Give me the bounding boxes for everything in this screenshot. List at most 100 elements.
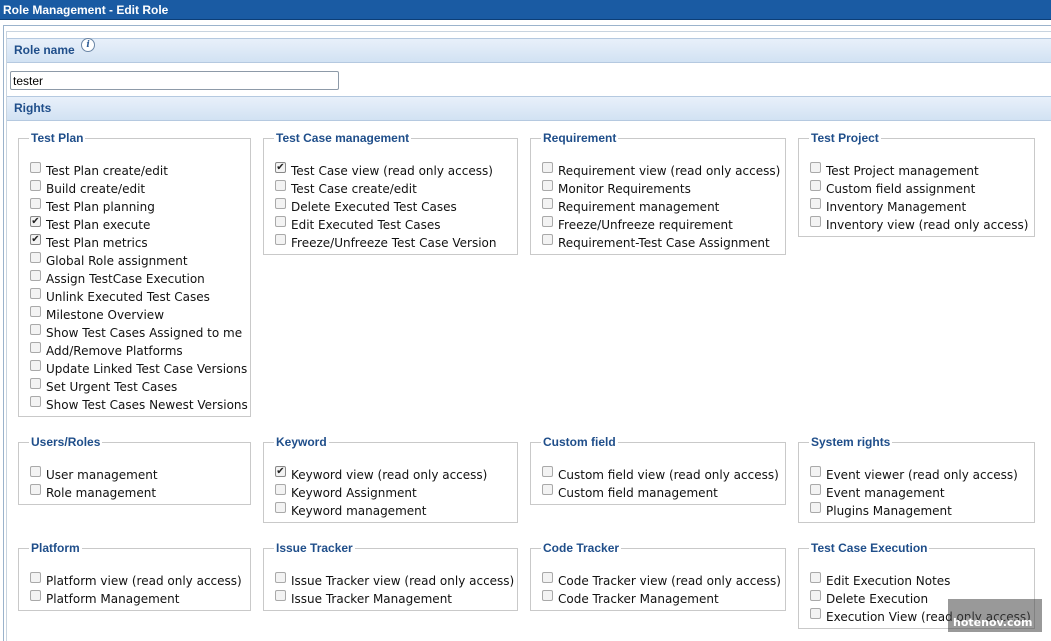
permission-checkbox[interactable]: ✔ — [275, 161, 286, 173]
permission-checkbox[interactable] — [810, 571, 821, 583]
permission-item[interactable]: Requirement-Test Case Assignment — [542, 233, 780, 252]
permission-checkbox[interactable] — [30, 341, 41, 353]
permission-item[interactable]: Milestone Overview — [30, 305, 248, 324]
permission-checkbox[interactable] — [30, 161, 41, 173]
permission-checkbox[interactable] — [810, 465, 821, 477]
permission-item[interactable]: Inventory view (read only access) — [810, 215, 1028, 234]
permission-item[interactable]: Unlink Executed Test Cases — [30, 287, 248, 306]
permission-checkbox[interactable]: ✔ — [30, 215, 41, 227]
permission-checkbox[interactable] — [810, 179, 821, 191]
permission-checkbox[interactable] — [30, 287, 41, 299]
permission-item[interactable]: Custom field management — [542, 483, 779, 502]
permission-checkbox[interactable] — [30, 323, 41, 335]
permission-item[interactable]: Update Linked Test Case Versions — [30, 359, 248, 378]
permission-checkbox[interactable] — [810, 501, 821, 513]
permission-item[interactable]: Assign TestCase Execution — [30, 269, 248, 288]
permission-checkbox[interactable] — [275, 179, 286, 191]
permission-item[interactable]: Global Role assignment — [30, 251, 248, 270]
permission-item[interactable]: Code Tracker view (read only access) — [542, 571, 781, 590]
permission-item[interactable]: Test Project management — [810, 161, 1028, 180]
permission-item[interactable]: Issue Tracker view (read only access) — [275, 571, 514, 590]
permission-checkbox[interactable] — [542, 179, 553, 191]
permission-item[interactable]: ✔ Keyword view (read only access) — [275, 465, 487, 484]
permission-item[interactable]: Build create/edit — [30, 179, 248, 198]
permission-item[interactable]: ✔ Test Plan metrics — [30, 233, 248, 252]
permission-item[interactable]: Event viewer (read only access) — [810, 465, 1018, 484]
permission-item[interactable]: Monitor Requirements — [542, 179, 780, 198]
permission-checkbox[interactable] — [275, 215, 286, 227]
permission-checkbox[interactable] — [30, 197, 41, 209]
permission-checkbox[interactable] — [275, 483, 286, 495]
permission-item[interactable]: Keyword management — [275, 501, 487, 520]
permission-checkbox[interactable] — [542, 233, 553, 245]
permission-item[interactable]: Role management — [30, 483, 158, 502]
permission-checkbox[interactable] — [810, 197, 821, 209]
permission-label: Keyword management — [291, 504, 427, 518]
permission-checkbox[interactable] — [542, 589, 553, 601]
permission-item[interactable]: Test Plan create/edit — [30, 161, 248, 180]
permission-checkbox[interactable] — [30, 251, 41, 263]
permission-item[interactable]: User management — [30, 465, 158, 484]
permission-checkbox[interactable] — [30, 179, 41, 191]
checkbox-list: ✔ Test Case view (read only access) Test C… — [275, 161, 497, 252]
permission-checkbox[interactable] — [275, 197, 286, 209]
permission-item[interactable]: Delete Executed Test Cases — [275, 197, 497, 216]
role-name-input[interactable] — [10, 71, 339, 90]
permission-item[interactable]: Add/Remove Platforms — [30, 341, 248, 360]
permission-item[interactable]: Platform view (read only access) — [30, 571, 242, 590]
permission-item[interactable]: Edit Execution Notes — [810, 571, 1031, 590]
permission-item[interactable]: Platform Management — [30, 589, 242, 608]
permission-checkbox[interactable]: ✔ — [275, 465, 286, 477]
permission-checkbox[interactable] — [30, 269, 41, 281]
permission-checkbox[interactable] — [275, 571, 286, 583]
permission-checkbox[interactable] — [810, 161, 821, 173]
permission-item[interactable]: ✔ Test Plan execute — [30, 215, 248, 234]
permission-checkbox[interactable] — [542, 465, 553, 477]
permission-item[interactable]: Test Plan planning — [30, 197, 248, 216]
permission-checkbox[interactable] — [542, 483, 553, 495]
permission-item[interactable]: Freeze/Unfreeze Test Case Version — [275, 233, 497, 252]
permission-checkbox[interactable] — [810, 215, 821, 227]
permission-checkbox[interactable] — [30, 483, 41, 495]
permission-label: Edit Executed Test Cases — [291, 218, 441, 232]
permission-checkbox[interactable] — [810, 483, 821, 495]
permission-checkbox[interactable] — [30, 571, 41, 583]
permission-item[interactable]: Event management — [810, 483, 1018, 502]
permission-checkbox[interactable] — [30, 395, 41, 407]
permission-item[interactable]: Custom field assignment — [810, 179, 1028, 198]
permission-item[interactable]: Custom field view (read only access) — [542, 465, 779, 484]
permission-item[interactable]: Requirement view (read only access) — [542, 161, 780, 180]
permission-item[interactable]: Edit Executed Test Cases — [275, 215, 497, 234]
permission-item[interactable]: Issue Tracker Management — [275, 589, 514, 608]
permission-checkbox[interactable] — [30, 377, 41, 389]
group-requirement: Requirement Requirement view (read only … — [530, 131, 786, 255]
permission-item[interactable]: Code Tracker Management — [542, 589, 781, 608]
permission-item[interactable]: Requirement management — [542, 197, 780, 216]
permission-item[interactable]: Freeze/Unfreeze requirement — [542, 215, 780, 234]
permission-checkbox[interactable] — [275, 501, 286, 513]
permission-item[interactable]: Show Test Cases Assigned to me — [30, 323, 248, 342]
permission-checkbox[interactable] — [810, 607, 821, 619]
permission-item[interactable]: Test Case create/edit — [275, 179, 497, 198]
permission-checkbox[interactable] — [275, 233, 286, 245]
permission-checkbox[interactable] — [542, 571, 553, 583]
permission-item[interactable]: ✔ Test Case view (read only access) — [275, 161, 497, 180]
permission-checkbox[interactable]: ✔ — [30, 233, 41, 245]
info-icon[interactable]: i — [81, 38, 96, 52]
permission-label: Freeze/Unfreeze requirement — [558, 218, 733, 232]
permission-checkbox[interactable] — [30, 589, 41, 601]
permission-checkbox[interactable] — [542, 215, 553, 227]
permission-checkbox[interactable] — [30, 359, 41, 371]
permission-item[interactable]: Inventory Management — [810, 197, 1028, 216]
permission-checkbox[interactable] — [30, 305, 41, 317]
permission-checkbox[interactable] — [810, 589, 821, 601]
permission-checkbox[interactable] — [542, 197, 553, 209]
permission-item[interactable]: Set Urgent Test Cases — [30, 377, 248, 396]
permission-item[interactable]: Keyword Assignment — [275, 483, 487, 502]
permission-checkbox[interactable] — [275, 589, 286, 601]
checkbox-list: Code Tracker view (read only access) Code… — [542, 571, 781, 608]
permission-item[interactable]: Plugins Management — [810, 501, 1018, 520]
permission-item[interactable]: Show Test Cases Newest Versions — [30, 395, 248, 414]
permission-checkbox[interactable] — [542, 161, 553, 173]
permission-checkbox[interactable] — [30, 465, 41, 477]
